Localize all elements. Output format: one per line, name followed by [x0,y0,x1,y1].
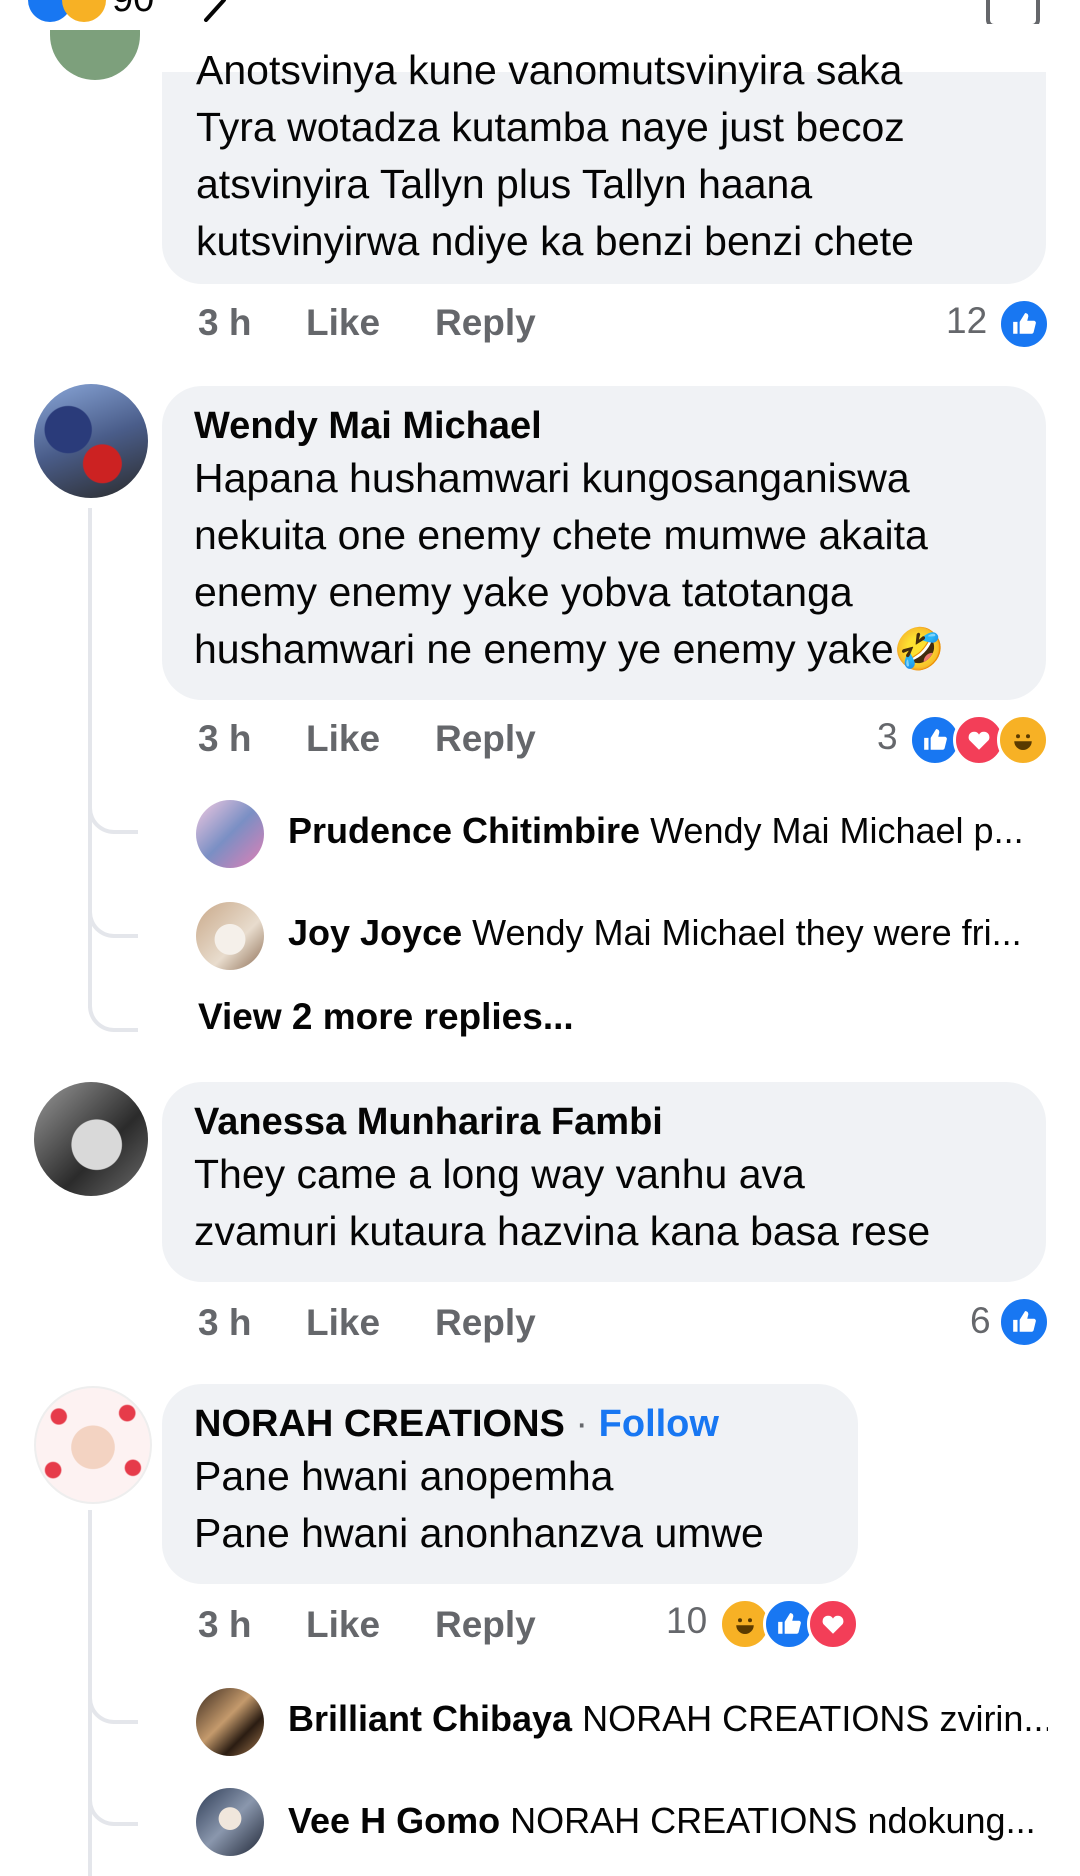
reply-preview[interactable]: Vee H Gomo NORAH CREATIONS ndokung... [288,1800,1048,1842]
timestamp: 3 h [198,1604,252,1645]
reply-button[interactable]: Reply [435,302,536,344]
like-reaction-icon[interactable] [998,1296,1050,1348]
comment-text-line: kutsvinyirwa ndiye ka benzi benzi chete [196,218,914,264]
comment-text-line: atsvinyira Tallyn plus Tallyn haana [196,161,813,207]
separator-dot: · [575,1403,589,1445]
avatar-joy[interactable] [196,902,264,970]
reply-author[interactable]: Brilliant Chibaya [288,1698,572,1739]
reply-preview[interactable]: Brilliant Chibaya NORAH CREATIONS zvirin… [288,1698,1048,1740]
like-thumb-icon[interactable] [986,0,1040,24]
comment-author-row: NORAH CREATIONS · Follow [194,1400,826,1448]
avatar-wendy[interactable] [34,384,148,498]
avatar[interactable] [50,30,140,80]
comment-text-line: Pane hwani anonhanzva umwe [194,1510,764,1556]
thread-branch [88,1782,138,1826]
thread-branch [88,1680,138,1724]
thread-branch [88,790,138,834]
like-button[interactable]: Like [306,718,380,760]
comment-author[interactable]: Vanessa Munharira Fambi [194,1098,1014,1146]
reply-preview[interactable]: Prudence Chitimbire Wendy Mai Michael p.… [288,810,1048,852]
comment-text-line: Pane hwani anopemha [194,1453,614,1499]
comment-bubble: Wendy Mai Michael Hapana hushamwari kung… [162,386,1046,700]
reply-author[interactable]: Prudence Chitimbire [288,810,640,851]
thread-line [88,508,92,1008]
timestamp: 3 h [198,302,252,343]
like-button[interactable]: Like [306,1604,380,1646]
reply-preview[interactable]: Joy Joyce Wendy Mai Michael they were fr… [288,912,1048,954]
reaction-count[interactable]: 6 [970,1300,991,1342]
avatar-norah[interactable] [34,1386,152,1504]
reaction-count[interactable]: 12 [946,300,987,342]
comment-author[interactable]: NORAH CREATIONS [194,1403,565,1445]
comment-text-line: Tyra wotadza kutamba naye just becoz [196,104,905,150]
avatar-prudence[interactable] [196,800,264,868]
timestamp: 3 h [198,718,252,759]
comment-text-line: Anotsvinya kune vanomutsvinyira saka [196,47,903,93]
comment-author[interactable]: Wendy Mai Michael [194,402,1014,450]
like-button[interactable]: Like [306,1302,380,1344]
reply-author[interactable]: Joy Joyce [288,912,462,953]
chevron-right-icon[interactable] [200,0,230,22]
reply-text: Wendy Mai Michael p... [650,810,1024,851]
follow-button[interactable]: Follow [599,1403,719,1445]
comment-text-line: Hapana hushamwari kungosanganiswa [194,455,910,501]
reply-button[interactable]: Reply [435,1302,536,1344]
reply-button[interactable]: Reply [435,718,536,760]
reply-button[interactable]: Reply [435,1604,536,1646]
haha-reaction-icon [62,0,106,22]
reaction-count[interactable]: 3 [877,716,898,758]
like-button[interactable]: Like [306,302,380,344]
comment-text-line: nekuita one enemy chete mumwe akaita [194,512,928,558]
avatar-vanessa[interactable] [34,1082,148,1196]
avatar-vee[interactable] [196,1788,264,1856]
comment-text-line: zvamuri kutaura hazvina kana basa rese [194,1208,931,1254]
comment-text-line: hushamwari ne enemy ye enemy yake🤣 [194,626,945,672]
comment-bubble: Anotsvinya kune vanomutsvinyira saka Tyr… [162,47,1046,284]
reaction-count[interactable]: 10 [666,1600,707,1642]
comment-bubble: Vanessa Munharira Fambi They came a long… [162,1082,1046,1282]
view-more-replies-link[interactable]: View 2 more replies... [198,996,574,1038]
reply-text: Wendy Mai Michael they were fri... [472,912,1022,953]
timestamp: 3 h [198,1302,252,1343]
comment-text-line: enemy enemy yake yobva tatotanga [194,569,853,615]
thread-branch [88,984,138,1032]
haha-reaction-icon[interactable] [997,714,1049,766]
like-reaction-icon[interactable] [998,298,1050,350]
thread-branch [88,890,138,938]
top-reaction-bar: 90 [0,0,1080,24]
avatar-brilliant[interactable] [196,1688,264,1756]
comment-text-line: They came a long way vanhu ava [194,1151,805,1197]
love-reaction-icon[interactable] [807,1598,859,1650]
reply-text: NORAH CREATIONS ndokung... [510,1800,1036,1841]
reply-author[interactable]: Vee H Gomo [288,1800,500,1841]
top-reaction-count[interactable]: 90 [112,0,154,21]
reply-text: NORAH CREATIONS zvirin... [582,1698,1048,1739]
comment-bubble: NORAH CREATIONS · Follow Pane hwani anop… [162,1384,858,1584]
